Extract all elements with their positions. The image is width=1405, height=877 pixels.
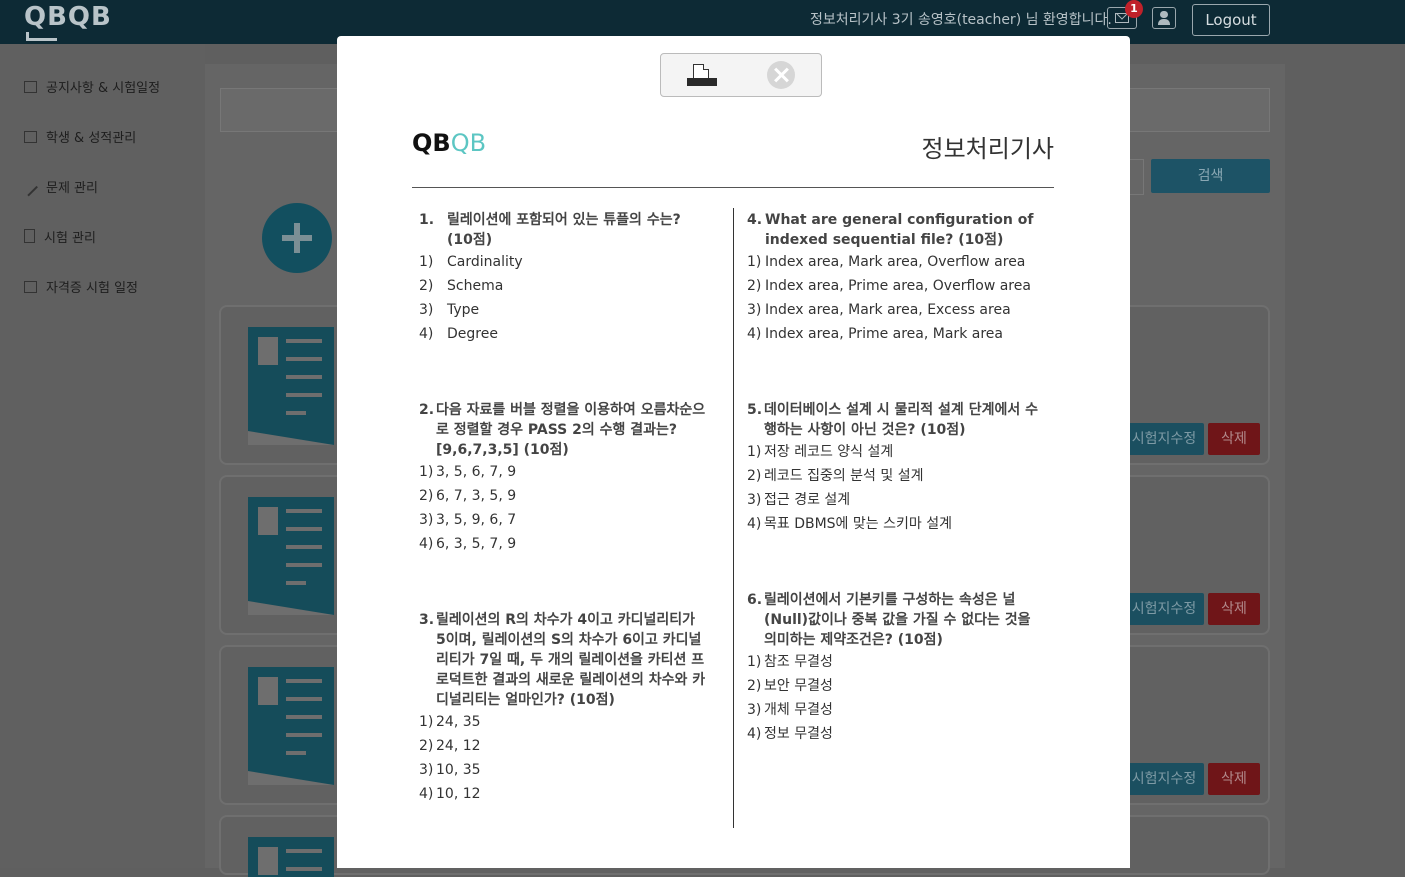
option: 2) Schema — [419, 278, 504, 294]
document-icon — [248, 667, 334, 785]
document-icon — [248, 327, 334, 445]
logout-button[interactable]: Logout — [1192, 4, 1270, 36]
question-6: 6. 릴레이션에서 기본키를 구성하는 속성은 널(Null)값이나 중복 값을 … — [747, 590, 1047, 746]
option: 2) 24, 12 — [419, 738, 481, 754]
option: 2) Index area, Prime area, Overflow area — [747, 278, 1031, 294]
sidebar-item-students[interactable]: 학생 & 성적관리 — [24, 127, 136, 147]
document-icon — [248, 837, 334, 877]
brand-part-1: QB — [412, 129, 451, 157]
notification-badge: 1 — [1125, 0, 1143, 18]
question-2: 2. 다음 자료를 버블 정렬을 이용하여 오름차순으로 정렬할 경우 PASS … — [419, 400, 709, 556]
printer-icon[interactable] — [687, 64, 717, 88]
calendar-icon — [24, 81, 37, 93]
calendar-icon — [24, 281, 37, 293]
option: 3) 10, 35 — [419, 762, 481, 778]
question-stem: 릴레이션에서 기본키를 구성하는 속성은 널(Null)값이나 중복 값을 가질… — [764, 592, 1031, 648]
question-stem: What are general configuration of indexe… — [765, 212, 1034, 248]
delete-exam-button[interactable]: 삭제 — [1208, 423, 1260, 455]
question-number: 5. — [747, 402, 763, 418]
option: 4) Index area, Prime area, Mark area — [747, 326, 1003, 342]
file-icon — [24, 229, 35, 243]
question-stem: 데이터베이스 설계 시 물리적 설계 단계에서 수행하는 사항이 아닌 것은? … — [764, 402, 1038, 438]
option: 4) Degree — [419, 326, 498, 342]
question-stem: 릴레이션의 R의 차수가 4이고 카디널리티가 5이며, 릴레이션의 S의 차수… — [436, 612, 706, 708]
option: 4) 10, 12 — [419, 786, 481, 802]
delete-exam-button[interactable]: 삭제 — [1208, 593, 1260, 625]
question-number: 2. — [419, 402, 435, 418]
book-icon — [24, 131, 37, 143]
option: 4) 정보 무결성 — [747, 726, 833, 742]
sidebar — [0, 44, 205, 868]
logo[interactable]: QBQB — [24, 2, 111, 41]
option: 3) Type — [419, 302, 480, 318]
option: 1) 3, 5, 6, 7, 9 — [419, 464, 517, 480]
option: 2) 레코드 집중의 분석 및 설계 — [747, 468, 924, 484]
exam-preview-modal: QBQB 정보처리기사 1. 릴레이션에 포함되어 있는 튜플의 수는? (10점… — [337, 36, 1130, 868]
search-button[interactable]: 검색 — [1151, 159, 1270, 193]
question-stem: 릴레이션에 포함되어 있는 튜플의 수는? (10점) — [447, 212, 681, 248]
column-divider — [733, 208, 734, 828]
sidebar-item-label: 문제 관리 — [46, 181, 98, 196]
header-divider — [412, 187, 1054, 188]
option: 3) 접근 경로 설계 — [747, 492, 851, 508]
option: 4) 6, 3, 5, 7, 9 — [419, 536, 517, 552]
option: 1) 저장 레코드 양식 설계 — [747, 444, 894, 460]
question-5: 5. 데이터베이스 설계 시 물리적 설계 단계에서 수행하는 사항이 아닌 것은… — [747, 400, 1047, 536]
logo-text: QBQB — [24, 2, 112, 32]
option: 1) Cardinality — [419, 254, 523, 270]
sidebar-item-label: 공지사항 & 시험일정 — [46, 81, 161, 96]
option: 1) Index area, Mark area, Overflow area — [747, 254, 1026, 270]
edit-exam-button[interactable]: 시험지수정 — [1124, 763, 1204, 795]
sidebar-item-exams[interactable]: 시험 관리 — [24, 227, 96, 247]
sidebar-item-label: 자격증 시험 일정 — [46, 281, 138, 296]
option: 4) 목표 DBMS에 맞는 스키마 설계 — [747, 516, 952, 532]
pencil-icon — [23, 181, 38, 197]
option: 2) 6, 7, 3, 5, 9 — [419, 488, 517, 504]
question-number: 4. — [747, 212, 763, 228]
question-4: 4. What are general configuration of inde… — [747, 210, 1047, 346]
sidebar-item-label: 학생 & 성적관리 — [46, 131, 137, 146]
sidebar-item-questions[interactable]: 문제 관리 — [23, 177, 98, 197]
question-number: 3. — [419, 612, 435, 628]
exam-title: 정보처리기사 — [921, 135, 1054, 163]
brand-part-2: QB — [450, 129, 487, 157]
option: 3) 개체 무결성 — [747, 702, 833, 718]
question-1: 1. 릴레이션에 포함되어 있는 튜플의 수는? (10점) 1) Cardinal… — [419, 210, 709, 346]
edit-exam-button[interactable]: 시험지수정 — [1124, 423, 1204, 455]
option: 1) 참조 무결성 — [747, 654, 833, 670]
option: 1) 24, 35 — [419, 714, 481, 730]
welcome-text: 정보처리기사 3기 송영호(teacher) 님 환영합니다. — [810, 12, 1112, 28]
add-exam-button[interactable] — [262, 203, 332, 273]
question-stem: 다음 자료를 버블 정렬을 이용하여 오름차순으로 정렬할 경우 PASS 2의… — [436, 402, 706, 458]
sidebar-item-schedule[interactable]: 자격증 시험 일정 — [24, 277, 138, 297]
user-button[interactable] — [1152, 7, 1176, 29]
option: 3) Index area, Mark area, Excess area — [747, 302, 1011, 318]
question-number: 1. — [419, 212, 435, 228]
document-icon — [248, 497, 334, 615]
delete-exam-button[interactable]: 삭제 — [1208, 763, 1260, 795]
modal-toolbar — [660, 53, 822, 97]
close-icon[interactable] — [767, 61, 795, 89]
option: 3) 3, 5, 9, 6, 7 — [419, 512, 517, 528]
edit-exam-button[interactable]: 시험지수정 — [1124, 593, 1204, 625]
sidebar-item-label: 시험 관리 — [44, 231, 96, 246]
exam-brand: QBQB — [412, 129, 486, 157]
question-3: 3. 릴레이션의 R의 차수가 4이고 카디널리티가 5이며, 릴레이션의 S의 … — [419, 610, 709, 806]
option: 2) 보안 무결성 — [747, 678, 833, 694]
sidebar-item-notice[interactable]: 공지사항 & 시험일정 — [24, 77, 160, 97]
question-number: 6. — [747, 592, 763, 608]
